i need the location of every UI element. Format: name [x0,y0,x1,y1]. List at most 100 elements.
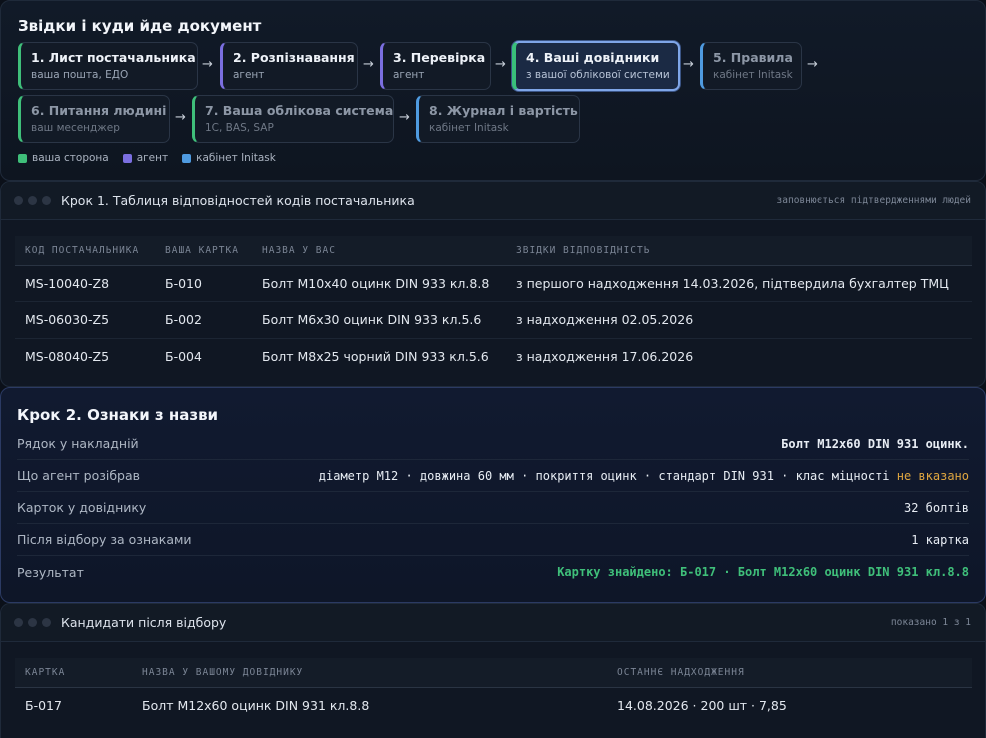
flow-step-rules[interactable]: 5. Правила кабінет Initask [700,42,802,90]
card-cell: Б-002 [155,301,252,339]
window-titlebar: Крок 1. Таблиця відповідностей кодів пос… [1,182,985,220]
flow-step-directories[interactable]: 4. Ваші довідники з вашої облікової сист… [512,41,680,91]
column-header: КОД ПОСТАЧАЛЬНИКА [15,236,155,266]
name-cell: Болт М10х40 оцинк DIN 933 кл.8.8 [252,265,506,302]
flow-step-title: 7. Ваша облікова система [205,103,394,118]
legend-label: агент [136,152,169,164]
result-value: Картку знайдено: Б-017 · Болт М12х60 оци… [557,565,969,579]
legend-label: кабінет Initask [196,152,276,164]
row-value: 32 болтів [903,500,969,515]
window-dot-icon[interactable] [28,618,37,627]
document-flow-panel: Звідки і куди йде документ 1. Лист поста… [0,0,986,181]
table-row[interactable]: MS-06030-Z5 Б-002 Болт М6х30 оцинк DIN 9… [15,301,972,339]
flow-step-title: 3. Перевірка [393,50,486,65]
flow-legend: ваша сторона агент кабінет Initask [18,152,276,164]
table-row[interactable]: Б-017 Болт М12х60 оцинк DIN 931 кл.8.8 1… [15,687,972,724]
row-label: Карток у довіднику [17,500,147,515]
step2-title: Крок 2. Ознаки з назви [17,406,219,424]
flow-step-subtitle: ваш месенджер [31,122,120,134]
row-label: Рядок у накладній [17,436,139,451]
table-row[interactable]: MS-10040-Z8 Б-010 Болт М10х40 оцинк DIN … [15,265,972,302]
window-meta: заповнюється підтвердженнями людей [776,195,971,206]
legend-item-cabinet: кабінет Initask [182,152,276,164]
column-header: КАРТКА [15,658,132,688]
flow-step-supplier-letter[interactable]: 1. Лист постачальника ваша пошта, ЕДО [18,42,198,90]
card-cell: Б-004 [165,349,202,364]
supplier-code-cell: MS-08040-Z5 [25,349,110,364]
missing-class-badge: не вказано [896,468,969,483]
row-value: діаметр М12 · довжина 60 мм · покриття о… [319,469,969,483]
legend-swatch [122,153,132,163]
flow-step-recognition[interactable]: 2. Розпізнавання агент [220,42,358,90]
source-cell: з надходження 02.05.2026 [506,301,972,339]
flow-title: Звідки і куди йде документ [18,17,262,35]
features-list: Рядок у накладній Болт М12х60 DIN 931 оц… [17,428,969,588]
flow-arrow: → [175,110,186,125]
window-titlebar: Кандидати після відбору показано 1 з 1 [1,604,985,642]
window-title: Кандидати після відбору [61,615,227,630]
name-cell: Болт М6х30 оцинк DIN 933 кл.5.6 [252,301,506,339]
flow-step-title: 4. Ваші довідники [526,50,660,65]
flow-step-subtitle: з вашої облікової системи [526,69,670,81]
flow-arrow: → [807,57,818,72]
flow-arrow: → [202,57,213,72]
candidates-window: Кандидати після відбору показано 1 з 1 К… [0,603,986,738]
window-dot-icon[interactable] [14,618,23,627]
window-dot-icon[interactable] [28,196,37,205]
result-row: Результат Картку знайдено: Б-017 · Болт … [17,556,969,588]
window-title: Крок 1. Таблиця відповідностей кодів пос… [61,193,415,208]
window-dot-icon[interactable] [42,618,51,627]
column-header: НАЗВА У ВАС [252,236,506,266]
source-cell: з першого надходження 14.03.2026, підтве… [506,265,972,302]
flow-step-title: 2. Розпізнавання [233,50,355,65]
row-label: Результат [17,564,84,580]
row-value: Болт М12х60 DIN 931 оцинк. [781,436,969,451]
flow-step-title: 8. Журнал і вартість [429,103,578,118]
parsed-features-text: діаметр М12 · довжина 60 мм · покриття о… [318,468,897,483]
window-meta: показано 1 з 1 [890,617,971,628]
table-header-row: КАРТКА НАЗВА У ВАШОМУ ДОВІДНИКУ ОСТАННЄ … [15,658,972,688]
source-cell: з надходження 17.06.2026 [516,349,694,364]
flow-step-human-question[interactable]: 6. Питання людині ваш месенджер [18,95,170,143]
flow-step-journal[interactable]: 8. Журнал і вартість кабінет Initask [416,95,580,143]
legend-swatch [18,153,27,163]
column-header: ЗВІДКИ ВІДПОВІДНІСТЬ [506,236,972,266]
supplier-code-cell: MS-10040-Z8 [15,265,155,302]
window-dot-icon[interactable] [14,196,23,205]
after-filter-row: Після відбору за ознаками 1 картка [17,524,969,556]
legend-item-your-side: ваша сторона [18,152,109,164]
row-value: 1 картка [911,532,969,547]
flow-step-subtitle: кабінет Initask [713,69,793,81]
table-header-row: КОД ПОСТАЧАЛЬНИКА ВАША КАРТКА НАЗВА У ВА… [15,236,972,266]
legend-swatch [182,153,192,163]
flow-step-subtitle: кабінет Initask [429,122,509,134]
flow-step-subtitle: агент [233,69,265,81]
flow-step-subtitle: 1С, BAS, SAP [205,122,274,134]
column-header: ОСТАННЄ НАДХОДЖЕННЯ [607,658,972,688]
column-header: НАЗВА У ВАШОМУ ДОВІДНИКУ [132,658,607,688]
flow-arrow: → [399,110,410,125]
parsed-features-row: Що агент розібрав діаметр М12 · довжина … [17,460,969,492]
legend-item-agent: агент [122,152,169,164]
column-header: ВАША КАРТКА [155,236,252,266]
flow-arrow: → [683,57,694,72]
flow-step-check[interactable]: 3. Перевірка агент [380,42,491,90]
card-cell: Б-017 [25,698,62,713]
last-receipt-cell: 14.08.2026 · 200 шт · 7,85 [617,698,787,713]
cards-total-row: Карток у довіднику 32 болтів [17,492,969,524]
flow-step-title: 6. Питання людині [31,103,167,118]
name-features-panel: Крок 2. Ознаки з назви Рядок у накладній… [0,387,986,603]
flow-step-subtitle: ваша пошта, ЕДО [31,69,129,81]
flow-step-title: 5. Правила [713,50,793,65]
flow-step-subtitle: агент [393,69,425,81]
flow-step-title: 1. Лист постачальника [31,50,196,65]
code-mapping-window: Крок 1. Таблиця відповідностей кодів пос… [0,181,986,387]
name-cell: Болт М8х25 чорний DIN 933 кл.5.6 [262,349,489,364]
row-label: Що агент розібрав [17,468,141,483]
legend-label: ваша сторона [32,152,109,164]
window-controls [14,618,51,627]
table-row[interactable]: MS-08040-Z5 Б-004 Болт М8х25 чорний DIN … [15,338,972,375]
flow-step-accounting-system[interactable]: 7. Ваша облікова система 1С, BAS, SAP [192,95,394,143]
supplier-code-cell: MS-06030-Z5 [15,301,155,339]
window-dot-icon[interactable] [42,196,51,205]
